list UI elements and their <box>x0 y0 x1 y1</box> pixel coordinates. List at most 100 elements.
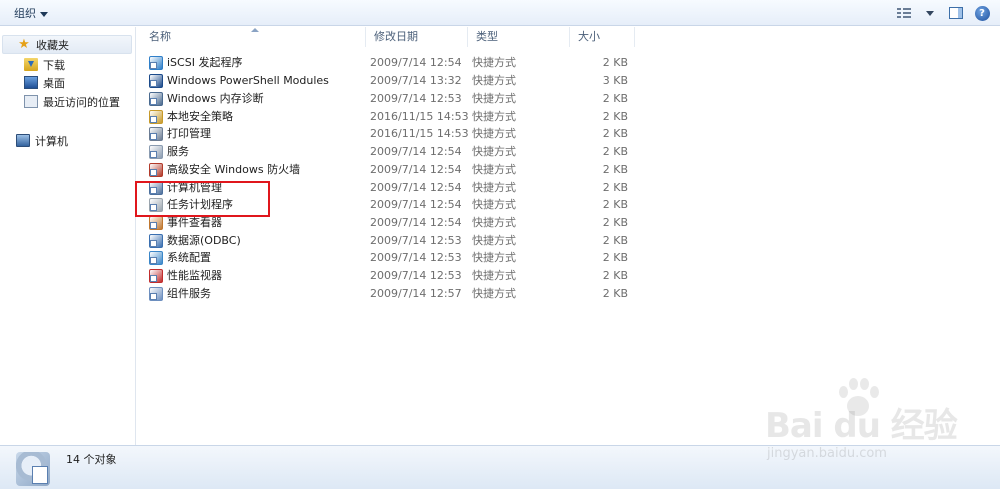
file-name: iSCSI 发起程序 <box>167 56 243 69</box>
security-policy-icon <box>149 110 163 124</box>
baidu-watermark: Bai du 经验 jingyan.baidu.com <box>765 378 965 468</box>
file-type: 快捷方式 <box>472 110 516 123</box>
file-size: 2 KB <box>602 127 628 140</box>
performance-monitor-icon <box>149 269 163 283</box>
file-row[interactable]: 性能监视器 2009/7/14 12:53 快捷方式 2 KB <box>137 267 637 285</box>
file-name-cell: 打印管理 <box>149 125 211 143</box>
administrative-tools-icon <box>16 452 50 486</box>
file-name-cell: 服务 <box>149 143 189 161</box>
file-name-cell: Windows 内存诊断 <box>149 90 264 108</box>
file-row[interactable]: 组件服务 2009/7/14 12:57 快捷方式 2 KB <box>137 285 637 303</box>
file-type: 快捷方式 <box>472 251 516 264</box>
file-name: 打印管理 <box>167 127 211 140</box>
file-row[interactable]: 数据源(ODBC) 2009/7/14 12:53 快捷方式 2 KB <box>137 232 637 250</box>
file-date: 2009/7/14 12:54 <box>370 181 462 194</box>
file-type: 快捷方式 <box>472 127 516 140</box>
file-row[interactable]: Windows 内存诊断 2009/7/14 12:53 快捷方式 2 KB <box>137 90 637 108</box>
column-header-name[interactable]: 名称 <box>141 27 366 47</box>
column-header-size-label: 大小 <box>578 30 600 43</box>
file-type: 快捷方式 <box>472 269 516 282</box>
file-size: 2 KB <box>602 287 628 300</box>
file-size: 2 KB <box>602 92 628 105</box>
recent-places-icon <box>24 95 38 108</box>
nav-favorites-label: 收藏夹 <box>36 38 69 52</box>
chevron-down-icon <box>926 10 934 16</box>
file-name: 系统配置 <box>167 251 211 264</box>
nav-favorites[interactable]: ★ 收藏夹 <box>2 35 132 54</box>
file-row[interactable]: 本地安全策略 2016/11/15 14:53 快捷方式 2 KB <box>137 108 637 126</box>
file-name: 组件服务 <box>167 287 211 300</box>
desktop-icon <box>24 76 38 89</box>
file-date: 2009/7/14 12:53 <box>370 251 462 264</box>
file-type: 快捷方式 <box>472 145 516 158</box>
file-type: 快捷方式 <box>472 234 516 247</box>
preview-pane-button[interactable] <box>946 4 966 22</box>
file-type: 快捷方式 <box>472 287 516 300</box>
file-name-cell: 数据源(ODBC) <box>149 232 241 250</box>
file-type: 快捷方式 <box>472 198 516 211</box>
file-date: 2009/7/14 12:53 <box>370 234 462 247</box>
column-header-size[interactable]: 大小 <box>570 27 635 47</box>
help-icon: ? <box>974 5 990 21</box>
star-icon: ★ <box>18 37 30 52</box>
odbc-icon <box>149 234 163 248</box>
nav-item-computer[interactable]: 计算机 <box>16 131 68 150</box>
file-date: 2009/7/14 12:54 <box>370 198 462 211</box>
highlight-box <box>135 181 270 217</box>
component-services-icon <box>149 287 163 301</box>
organize-menu-button[interactable]: 组织 <box>8 4 54 22</box>
file-row[interactable]: 打印管理 2016/11/15 14:53 快捷方式 2 KB <box>137 125 637 143</box>
file-size: 2 KB <box>602 163 628 176</box>
help-button[interactable]: ? <box>972 4 992 22</box>
nav-item-desktop[interactable]: 桌面 <box>24 73 65 92</box>
file-size: 2 KB <box>602 145 628 158</box>
view-options-dropdown[interactable] <box>920 4 940 22</box>
file-name: 数据源(ODBC) <box>167 234 241 247</box>
file-row[interactable]: Windows PowerShell Modules 2009/7/14 13:3… <box>137 72 637 90</box>
file-name-cell: 本地安全策略 <box>149 108 233 126</box>
column-header-date[interactable]: 修改日期 <box>366 27 468 47</box>
services-icon <box>149 145 163 159</box>
file-type: 快捷方式 <box>472 181 516 194</box>
file-size: 2 KB <box>602 181 628 194</box>
download-folder-icon <box>24 58 38 71</box>
nav-item-recent-places[interactable]: 最近访问的位置 <box>24 92 120 111</box>
navigation-pane: ★ 收藏夹 下载 桌面 最近访问的位置 计算机 <box>0 27 136 445</box>
nav-computer-label: 计算机 <box>35 134 68 148</box>
file-date: 2009/7/14 12:54 <box>370 216 462 229</box>
file-size: 2 KB <box>602 234 628 247</box>
file-row[interactable]: 系统配置 2009/7/14 12:53 快捷方式 2 KB <box>137 249 637 267</box>
file-name-cell: iSCSI 发起程序 <box>149 54 242 72</box>
file-name-cell: 性能监视器 <box>149 267 222 285</box>
column-header-type[interactable]: 类型 <box>468 27 570 47</box>
nav-item-label: 桌面 <box>43 76 65 90</box>
file-name: Windows 内存诊断 <box>167 92 264 105</box>
file-size: 3 KB <box>602 74 628 87</box>
file-date: 2009/7/14 12:53 <box>370 269 462 282</box>
file-row[interactable]: iSCSI 发起程序 2009/7/14 12:54 快捷方式 2 KB <box>137 54 637 72</box>
change-view-button[interactable] <box>894 4 914 22</box>
details-view-icon <box>897 8 911 18</box>
event-viewer-icon <box>149 216 163 230</box>
iscsi-icon <box>149 56 163 70</box>
print-management-icon <box>149 127 163 141</box>
file-name-cell: 高级安全 Windows 防火墙 <box>149 161 300 179</box>
file-row[interactable]: 高级安全 Windows 防火墙 2009/7/14 12:54 快捷方式 2 KB <box>137 161 637 179</box>
column-header-date-label: 修改日期 <box>374 30 418 43</box>
file-name: 高级安全 Windows 防火墙 <box>167 163 301 176</box>
toolbar-right-group: ? <box>894 4 992 22</box>
preview-pane-icon <box>949 7 963 19</box>
toolbar: 组织 ? <box>0 0 1000 26</box>
file-date: 2009/7/14 13:32 <box>370 74 462 87</box>
file-size: 2 KB <box>602 56 628 69</box>
file-row[interactable]: 服务 2009/7/14 12:54 快捷方式 2 KB <box>137 143 637 161</box>
file-type: 快捷方式 <box>472 56 516 69</box>
file-date: 2009/7/14 12:54 <box>370 145 462 158</box>
file-name: 本地安全策略 <box>167 110 233 123</box>
file-date: 2009/7/14 12:53 <box>370 92 462 105</box>
file-date: 2009/7/14 12:54 <box>370 163 462 176</box>
file-date: 2009/7/14 12:54 <box>370 56 462 69</box>
system-config-icon <box>149 251 163 265</box>
file-name: Windows PowerShell Modules <box>167 74 329 87</box>
nav-item-downloads[interactable]: 下载 <box>24 55 65 74</box>
